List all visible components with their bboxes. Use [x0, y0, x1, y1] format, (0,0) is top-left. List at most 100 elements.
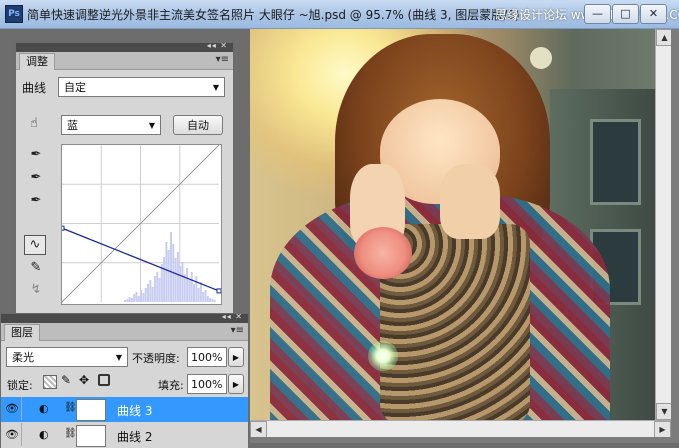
collapse-panel-icon[interactable]: ◂◂ ✕	[222, 312, 243, 321]
photoshop-app-icon: Ps	[5, 5, 23, 23]
histogram-bar	[156, 272, 159, 302]
maximize-icon: □	[620, 7, 631, 20]
auto-button[interactable]: 自动	[173, 115, 223, 135]
collapse-panel-icon[interactable]: ◂◂ ✕	[207, 41, 228, 50]
panel-menu-icon[interactable]: ▾≡	[216, 54, 229, 65]
smooth-curve-icon[interactable]: ↯	[26, 281, 46, 299]
channel-dropdown[interactable]: 蓝 ▼	[61, 115, 161, 135]
lock-pixels-icon[interactable]: ✎	[61, 373, 71, 387]
curves-graph[interactable]	[59, 144, 222, 305]
opacity-value: 100%	[191, 351, 223, 364]
opacity-input[interactable]: 100%	[187, 347, 227, 367]
layers-tabbar: 图层 ▾≡	[1, 323, 248, 341]
tab-adjustments[interactable]: 调整	[19, 53, 55, 70]
chevron-down-icon: ▼	[115, 353, 122, 362]
panel-drag-strip[interactable]: ◂◂ ✕	[16, 41, 233, 52]
tab-layers[interactable]: 图层	[4, 324, 40, 341]
histogram-bar	[124, 300, 126, 302]
histogram-bar	[167, 250, 170, 302]
histogram-bar	[197, 288, 200, 302]
histogram-bar	[202, 292, 205, 302]
chain-link-icon[interactable]: ⛓	[64, 402, 77, 413]
lock-position-icon[interactable]: ✥	[79, 373, 89, 387]
curve-control-point	[216, 288, 222, 294]
chevron-down-icon: ▼	[148, 121, 155, 130]
histogram-bar	[163, 257, 166, 302]
preset-dropdown[interactable]: 自定 ▼	[58, 77, 225, 97]
histogram-bar	[199, 282, 202, 302]
scroll-right-arrow-icon[interactable]: ▶	[654, 421, 671, 438]
fill-slider-button[interactable]: ▶	[228, 374, 244, 394]
horizontal-scrollbar[interactable]: ◀ ▶	[250, 420, 671, 438]
layer-row[interactable]: 👁 ◐ ⛓ 曲线 2	[1, 423, 248, 448]
panel-menu-icon[interactable]: ▾≡	[231, 325, 244, 336]
title-bar: Ps 简单快速调整逆光外景非主流美女签名照片 大眼仔 ~旭.psd @ 95.7…	[0, 0, 679, 29]
layer-name: 曲线 3	[117, 404, 153, 418]
blend-mode-dropdown[interactable]: 柔光 ▼	[6, 347, 128, 367]
histogram-bar	[190, 272, 193, 302]
close-icon: ✕	[648, 7, 659, 20]
histogram-bar	[130, 298, 133, 302]
curves-graph-svg[interactable]	[59, 144, 222, 304]
histogram-bar	[193, 284, 195, 302]
histogram-bar	[151, 287, 154, 302]
curve-point-tool-icon[interactable]: ∿	[24, 235, 46, 255]
histogram-bar	[204, 290, 207, 302]
pink-flower	[354, 227, 412, 279]
histogram-bar	[147, 284, 149, 302]
fill-label: 填充:	[158, 379, 184, 392]
gray-point-eyedropper-icon[interactable]: ✒	[26, 169, 46, 187]
histogram-bar	[170, 232, 172, 302]
vertical-scrollbar[interactable]: ▲ ▼	[655, 29, 673, 420]
visibility-eye-icon[interactable]: 👁	[3, 397, 22, 420]
scroll-left-arrow-icon[interactable]: ◀	[250, 421, 267, 438]
histogram-bar	[158, 278, 161, 302]
channel-value: 蓝	[67, 119, 78, 132]
histogram-bar	[149, 280, 152, 302]
layer-mask-thumbnail[interactable]	[76, 425, 106, 447]
histogram-bar	[176, 252, 179, 302]
lock-all-icon[interactable]	[98, 374, 110, 386]
minimize-button[interactable]: —	[584, 4, 611, 24]
layer-row[interactable]: 👁 ◐ ⛓ 曲线 3	[1, 397, 248, 422]
maximize-button[interactable]: □	[612, 4, 639, 24]
layer-mask-thumbnail[interactable]	[76, 399, 106, 421]
histogram-bar	[179, 266, 182, 302]
panel-drag-strip[interactable]: ◂◂ ✕	[1, 312, 248, 323]
black-point-eyedropper-icon[interactable]: ✒	[26, 146, 46, 164]
layers-panel: ◂◂ ✕ 图层 ▾≡ 柔光 ▼ 不透明度: 100% ▶ 锁定: ✎ ✥ 填充:…	[0, 312, 249, 448]
chevron-right-icon: ▶	[232, 353, 240, 362]
bokeh-light	[530, 47, 552, 69]
preset-value: 自定	[64, 81, 86, 94]
histogram-bar	[174, 258, 177, 302]
window-frame-edge	[671, 29, 679, 443]
layer-name: 曲线 2	[117, 430, 153, 444]
building-window	[590, 119, 641, 205]
lock-transparency-icon[interactable]	[43, 375, 57, 389]
chain-link-icon[interactable]: ⛓	[64, 428, 77, 439]
histogram-bar	[144, 288, 147, 302]
histogram-bar	[142, 293, 145, 302]
adjustments-tabbar: 调整 ▾≡	[16, 52, 233, 70]
document-title: 简单快速调整逆光外景非主流美女签名照片 大眼仔 ~旭.psd @ 95.7% (…	[27, 8, 520, 22]
preset-label: 曲线	[22, 81, 47, 95]
document-canvas[interactable]	[250, 29, 655, 420]
histogram-bar	[126, 299, 129, 302]
lock-label: 锁定:	[7, 379, 33, 392]
opacity-label: 不透明度:	[132, 352, 180, 365]
chevron-down-icon: ▼	[212, 83, 219, 92]
pencil-tool-icon[interactable]: ✎	[26, 259, 46, 277]
blend-mode-value: 柔光	[12, 351, 34, 364]
opacity-slider-button[interactable]: ▶	[228, 347, 244, 367]
histogram-bar	[211, 299, 214, 302]
window-frame-edge	[250, 437, 679, 443]
histogram-bar	[140, 290, 143, 302]
close-button[interactable]: ✕	[640, 4, 667, 24]
on-image-adjust-hand-icon[interactable]: ☝	[24, 115, 44, 133]
fill-input[interactable]: 100%	[187, 374, 227, 394]
curves-adjustment-icon: ◐	[39, 428, 49, 441]
fill-value: 100%	[191, 378, 223, 391]
histogram-bar	[209, 298, 212, 302]
histogram-bar	[186, 268, 189, 302]
white-point-eyedropper-icon[interactable]: ✒	[26, 192, 46, 210]
